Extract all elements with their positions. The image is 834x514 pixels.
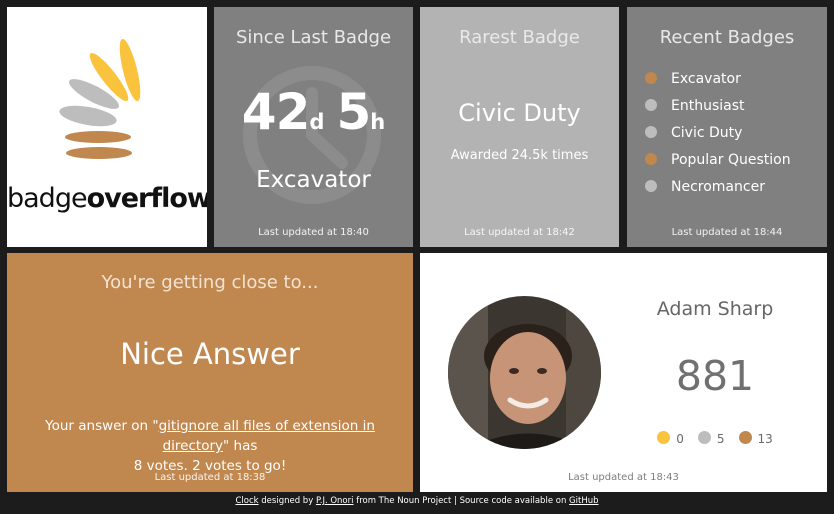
rarest-badge-title: Rarest Badge xyxy=(459,27,580,48)
badge-label: Popular Question xyxy=(671,152,791,168)
recent-badges-updated: Last updated at 18:44 xyxy=(671,227,783,238)
badge-label: Civic Duty xyxy=(671,125,743,141)
profile-name: Adam Sharp xyxy=(656,298,774,320)
getting-close-description: Your answer on "gitignore all files of e… xyxy=(45,418,375,474)
days-unit: d xyxy=(309,110,325,134)
author-link[interactable]: P.J. Onori xyxy=(316,496,354,506)
since-last-badge-tile: Since Last Badge 42d 5h Excavator Last up… xyxy=(214,7,413,247)
github-link[interactable]: GitHub xyxy=(569,496,598,506)
rarest-badge-tile: Rarest Badge Civic Duty Awarded 24.5k ti… xyxy=(420,7,619,247)
list-item: Necromancer xyxy=(645,178,791,205)
clock-credit-link[interactable]: Clock xyxy=(235,496,258,506)
bronze-badge-icon xyxy=(645,153,657,165)
since-last-badge-title: Since Last Badge xyxy=(235,27,392,48)
bronze-badge-icon xyxy=(738,431,752,444)
silver-badge-count: 5 xyxy=(697,431,725,446)
since-last-badge-counter: 42d 5h xyxy=(214,83,413,141)
since-last-badge-updated: Last updated at 18:40 xyxy=(258,227,369,238)
badgeoverflow-logo-icon xyxy=(59,38,141,159)
target-badge-name: Nice Answer xyxy=(120,337,300,371)
rarest-badge-updated: Last updated at 18:42 xyxy=(464,227,575,238)
silver-badge-icon xyxy=(645,99,657,111)
getting-close-heading: You're getting close to... xyxy=(101,272,319,293)
list-item: Excavator xyxy=(645,70,791,97)
logo-wordmark: badgeoverflow xyxy=(7,183,207,214)
silver-badge-icon xyxy=(645,126,657,138)
recent-badges-title: Recent Badges xyxy=(659,27,795,48)
profile-tile: Adam Sharp 881 0 5 13 Last updated at 18:4… xyxy=(420,253,827,492)
question-link[interactable]: gitignore all files of extension in dire… xyxy=(159,418,375,454)
profile-updated: Last updated at 18:43 xyxy=(568,472,679,483)
avatar xyxy=(448,296,601,449)
rarest-badge-awarded: Awarded 24.5k times xyxy=(450,148,589,163)
badge-label: Excavator xyxy=(671,71,741,87)
profile-photo xyxy=(448,296,601,449)
bronze-badge-icon xyxy=(645,72,657,84)
bronze-badge-count: 13 xyxy=(738,431,773,446)
reputation-score: 881 xyxy=(675,352,755,400)
hours-unit: h xyxy=(370,110,386,134)
list-item: Civic Duty xyxy=(645,124,791,151)
footer: Clock designed by P.J. Onori from The No… xyxy=(235,496,599,506)
rarest-badge-name: Civic Duty xyxy=(458,99,581,127)
gold-badge-icon xyxy=(657,431,671,444)
badge-counts: 0 5 13 xyxy=(635,431,795,446)
list-item: Popular Question xyxy=(645,151,791,178)
silver-badge-icon xyxy=(697,431,711,444)
days-value: 42 xyxy=(241,83,311,141)
logo-tile: badgeoverflow xyxy=(7,7,207,247)
silver-badge-icon xyxy=(645,180,657,192)
getting-close-updated: Last updated at 18:38 xyxy=(154,472,266,483)
getting-close-tile: You're getting close to... Nice Answer Y… xyxy=(7,253,413,492)
badge-label: Necromancer xyxy=(671,179,765,195)
recent-badges-tile: Recent Badges Excavator Enthusiast Civic… xyxy=(627,7,827,247)
list-item: Enthusiast xyxy=(645,97,791,124)
badge-label: Enthusiast xyxy=(671,98,745,114)
hours-value: 5 xyxy=(336,83,371,141)
recent-badges-list: Excavator Enthusiast Civic Duty Popular … xyxy=(645,70,791,205)
last-badge-name: Excavator xyxy=(256,167,371,193)
gold-badge-count: 0 xyxy=(657,431,684,446)
